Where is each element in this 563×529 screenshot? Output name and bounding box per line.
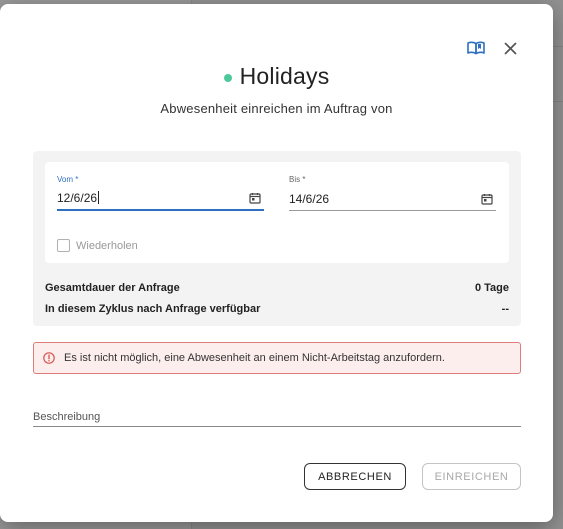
to-date-label: Bis *: [289, 175, 306, 184]
error-message: Es ist nicht möglich, eine Abwesenheit a…: [64, 352, 445, 364]
calendar-icon[interactable]: [481, 193, 493, 205]
date-fields-card: Vom * 12/6/26 Bis * 14/6/26 Wiederholen: [45, 162, 509, 263]
repeat-checkbox[interactable]: [57, 239, 70, 252]
holiday-request-dialog: Holidays Abwesenheit einreichen im Auftr…: [0, 4, 553, 522]
status-dot: [223, 73, 232, 82]
dialog-header-actions: [466, 38, 520, 58]
description-label: Beschreibung: [33, 411, 101, 423]
error-alert: Es ist nicht möglich, eine Abwesenheit a…: [33, 342, 521, 374]
error-icon: [43, 352, 55, 364]
from-date-value-wrap: 12/6/26: [57, 189, 100, 207]
summary-label: In diesem Zyklus nach Anfrage verfügbar: [45, 303, 261, 315]
summary-value: --: [501, 303, 509, 315]
book-open-icon[interactable]: [466, 38, 486, 58]
from-date-label: Vom *: [57, 175, 79, 184]
dialog-title: Holidays: [239, 63, 330, 89]
cancel-button[interactable]: ABBRECHEN: [304, 463, 406, 490]
description-field[interactable]: Beschreibung: [33, 407, 521, 427]
summary-total-duration: Gesamtdauer der Anfrage 0 Tage: [45, 282, 509, 294]
summary-available-balance: In diesem Zyklus nach Anfrage verfügbar …: [45, 303, 509, 315]
repeat-label: Wiederholen: [76, 239, 138, 252]
summary-value: 0 Tage: [474, 282, 509, 294]
calendar-icon[interactable]: [249, 192, 261, 204]
to-date-input[interactable]: 14/6/26: [289, 187, 496, 211]
from-date-value: 12/6/26: [57, 191, 98, 205]
from-date-input[interactable]: 12/6/26: [57, 187, 264, 211]
to-date-value: 14/6/26: [289, 191, 330, 206]
request-panel: Vom * 12/6/26 Bis * 14/6/26 Wiederholen …: [33, 151, 521, 326]
dialog-title-row: Holidays: [0, 63, 553, 90]
repeat-option[interactable]: Wiederholen: [57, 239, 138, 252]
summary-label: Gesamtdauer der Anfrage: [45, 282, 180, 294]
text-caret: [98, 191, 100, 205]
close-icon[interactable]: [500, 38, 520, 58]
dialog-subtitle: Abwesenheit einreichen im Auftrag von: [160, 101, 393, 116]
submit-button[interactable]: EINREICHEN: [422, 463, 521, 490]
